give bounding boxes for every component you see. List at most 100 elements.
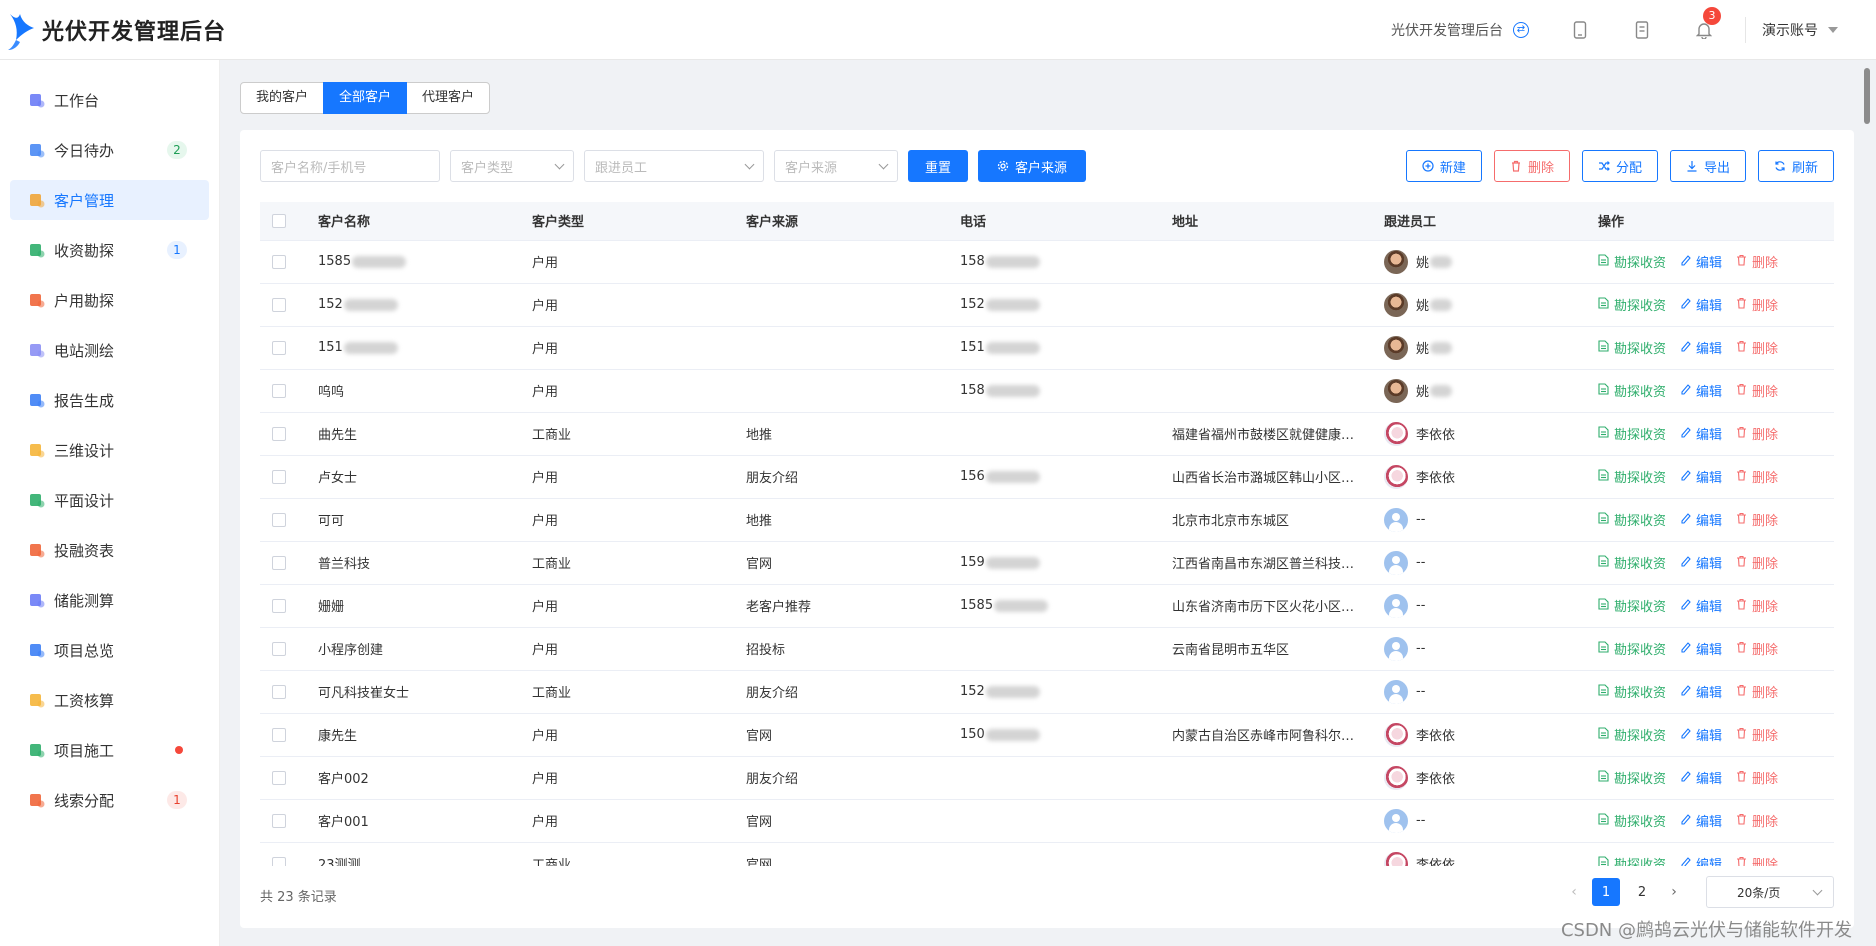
customer-search-input[interactable]: 客户名称/手机号 bbox=[260, 150, 440, 182]
sidebar-item[interactable]: 线索分配 1 bbox=[10, 780, 209, 820]
tab[interactable]: 我的客户 bbox=[240, 82, 325, 114]
row-checkbox[interactable] bbox=[272, 297, 286, 312]
page-scrollbar[interactable] bbox=[1864, 68, 1870, 124]
table-row[interactable]: 可凡科技崔女士 工商业 朋友介绍 152 -- 勘探收资 编辑 删除 bbox=[260, 670, 1834, 714]
new-button[interactable]: 新建 bbox=[1405, 150, 1482, 182]
edit-link[interactable]: 编辑 bbox=[1680, 510, 1722, 529]
edit-link[interactable]: 编辑 bbox=[1680, 854, 1722, 866]
delete-link[interactable]: 删除 bbox=[1736, 510, 1778, 529]
next-page-icon[interactable]: › bbox=[1660, 878, 1688, 906]
document-icon[interactable] bbox=[1631, 19, 1653, 41]
customer-name[interactable]: 151 bbox=[318, 340, 343, 355]
refresh-button[interactable]: 刷新 bbox=[1757, 150, 1834, 182]
edit-link[interactable]: 编辑 bbox=[1680, 639, 1722, 658]
row-checkbox[interactable] bbox=[272, 598, 286, 613]
sidebar-item[interactable]: 收资勘探 1 bbox=[10, 230, 209, 270]
edit-link[interactable]: 编辑 bbox=[1680, 338, 1722, 357]
table-row[interactable]: 客户001 户用 官网 -- 勘探收资 编辑 删除 bbox=[260, 799, 1834, 843]
edit-link[interactable]: 编辑 bbox=[1680, 295, 1722, 314]
survey-collect-link[interactable]: 勘探收资 bbox=[1598, 768, 1666, 787]
table-row[interactable]: 152 户用 152 姚 勘探收资 编辑 删除 bbox=[260, 283, 1834, 327]
survey-collect-link[interactable]: 勘探收资 bbox=[1598, 596, 1666, 615]
row-checkbox[interactable] bbox=[272, 340, 286, 355]
sidebar-item[interactable]: 工资核算 bbox=[10, 680, 209, 720]
row-checkbox[interactable] bbox=[272, 727, 286, 742]
sidebar-item[interactable]: 电站测绘 bbox=[10, 330, 209, 370]
edit-link[interactable]: 编辑 bbox=[1680, 725, 1722, 744]
customer-source-button[interactable]: 客户来源 bbox=[978, 150, 1086, 182]
edit-link[interactable]: 编辑 bbox=[1680, 381, 1722, 400]
table-row[interactable]: 可可 户用 地推 北京市北京市东城区 -- 勘探收资 编辑 删除 bbox=[260, 498, 1834, 542]
sidebar-item[interactable]: 平面设计 bbox=[10, 480, 209, 520]
edit-link[interactable]: 编辑 bbox=[1680, 252, 1722, 271]
sidebar-item[interactable]: 项目施工 bbox=[10, 730, 209, 770]
survey-collect-link[interactable]: 勘探收资 bbox=[1598, 811, 1666, 830]
survey-collect-link[interactable]: 勘探收资 bbox=[1598, 252, 1666, 271]
reset-button[interactable]: 重置 bbox=[908, 150, 968, 182]
sidebar-item[interactable]: 三维设计 bbox=[10, 430, 209, 470]
delete-link[interactable]: 删除 bbox=[1736, 811, 1778, 830]
table-row[interactable]: 1585 户用 158 姚 勘探收资 编辑 删除 bbox=[260, 240, 1834, 284]
row-checkbox[interactable] bbox=[272, 555, 286, 570]
customer-name[interactable]: 姗姗 bbox=[318, 600, 344, 615]
sidebar-item[interactable]: 项目总览 bbox=[10, 630, 209, 670]
survey-collect-link[interactable]: 勘探收资 bbox=[1598, 510, 1666, 529]
table-row[interactable]: 卢女士 户用 朋友介绍 156 山西省长治市潞城区韩山小区… 李依依 勘探收资 编辑 删除 bbox=[260, 455, 1834, 499]
edit-link[interactable]: 编辑 bbox=[1680, 768, 1722, 787]
delete-link[interactable]: 删除 bbox=[1736, 768, 1778, 787]
row-checkbox[interactable] bbox=[272, 469, 286, 484]
edit-link[interactable]: 编辑 bbox=[1680, 682, 1722, 701]
table-row[interactable]: 曲先生 工商业 地推 福建省福州市鼓楼区就健健康… 李依依 勘探收资 编辑 删除 bbox=[260, 412, 1834, 456]
customer-name[interactable]: 普兰科技 bbox=[318, 557, 370, 572]
tab[interactable]: 全部客户 bbox=[323, 82, 408, 114]
edit-link[interactable]: 编辑 bbox=[1680, 553, 1722, 572]
switch-system-icon[interactable]: ⇄ bbox=[1513, 21, 1529, 38]
row-checkbox[interactable] bbox=[272, 641, 286, 656]
table-row[interactable]: 小程序创建 户用 招投标 云南省昆明市五华区 -- 勘探收资 编辑 删除 bbox=[260, 627, 1834, 671]
sidebar-item[interactable]: 今日待办 2 bbox=[10, 130, 209, 170]
row-checkbox[interactable] bbox=[272, 512, 286, 527]
edit-link[interactable]: 编辑 bbox=[1680, 424, 1722, 443]
sidebar-item[interactable]: 报告生成 bbox=[10, 380, 209, 420]
table-row[interactable]: 呜呜 户用 158 姚 勘探收资 编辑 删除 bbox=[260, 369, 1834, 413]
delete-link[interactable]: 删除 bbox=[1736, 682, 1778, 701]
row-checkbox[interactable] bbox=[272, 383, 286, 398]
survey-collect-link[interactable]: 勘探收资 bbox=[1598, 639, 1666, 658]
staff-select[interactable]: 跟进员工 bbox=[584, 150, 764, 182]
delete-link[interactable]: 删除 bbox=[1736, 252, 1778, 271]
chevron-down-icon[interactable] bbox=[1828, 26, 1838, 33]
page-size-select[interactable]: 20条/页 bbox=[1706, 876, 1834, 908]
delete-link[interactable]: 删除 bbox=[1736, 338, 1778, 357]
sidebar-item[interactable]: 投融资表 bbox=[10, 530, 209, 570]
customer-name[interactable]: 可凡科技崔女士 bbox=[318, 686, 409, 701]
survey-collect-link[interactable]: 勘探收资 bbox=[1598, 725, 1666, 744]
export-button[interactable]: 导出 bbox=[1669, 150, 1746, 182]
survey-collect-link[interactable]: 勘探收资 bbox=[1598, 424, 1666, 443]
table-row[interactable]: 23测测 工商业 官网 李依依 勘探收资 编辑 删除 bbox=[260, 842, 1834, 866]
table-row[interactable]: 姗姗 户用 老客户推荐 1585 山东省济南市历下区火花小区… -- 勘探收资 编辑 删除 bbox=[260, 584, 1834, 628]
delete-link[interactable]: 删除 bbox=[1736, 596, 1778, 615]
sidebar-item[interactable]: 储能测算 bbox=[10, 580, 209, 620]
select-all-checkbox[interactable] bbox=[272, 213, 286, 228]
page-number[interactable]: 2 bbox=[1628, 878, 1656, 906]
customer-name[interactable]: 客户002 bbox=[318, 772, 369, 787]
table-row[interactable]: 客户002 户用 朋友介绍 李依依 勘探收资 编辑 删除 bbox=[260, 756, 1834, 800]
delete-link[interactable]: 删除 bbox=[1736, 854, 1778, 866]
survey-collect-link[interactable]: 勘探收资 bbox=[1598, 381, 1666, 400]
row-checkbox[interactable] bbox=[272, 254, 286, 269]
customer-type-select[interactable]: 客户类型 bbox=[450, 150, 574, 182]
delete-link[interactable]: 删除 bbox=[1736, 725, 1778, 744]
customer-name[interactable]: 可可 bbox=[318, 514, 344, 529]
customer-name[interactable]: 小程序创建 bbox=[318, 643, 383, 658]
row-checkbox[interactable] bbox=[272, 426, 286, 441]
delete-link[interactable]: 删除 bbox=[1736, 467, 1778, 486]
table-row[interactable]: 康先生 户用 官网 150 内蒙古自治区赤峰市阿鲁科尔… 李依依 勘探收资 编辑 删除 bbox=[260, 713, 1834, 757]
survey-collect-link[interactable]: 勘探收资 bbox=[1598, 553, 1666, 572]
customer-name[interactable]: 卢女士 bbox=[318, 471, 357, 486]
table-row[interactable]: 151 户用 151 姚 勘探收资 编辑 删除 bbox=[260, 326, 1834, 370]
sidebar-item[interactable]: 户用勘探 bbox=[10, 280, 209, 320]
bell-icon[interactable]: 3 bbox=[1693, 6, 1721, 41]
delete-link[interactable]: 删除 bbox=[1736, 639, 1778, 658]
delete-button[interactable]: 删除 bbox=[1493, 150, 1570, 182]
row-checkbox[interactable] bbox=[272, 684, 286, 699]
